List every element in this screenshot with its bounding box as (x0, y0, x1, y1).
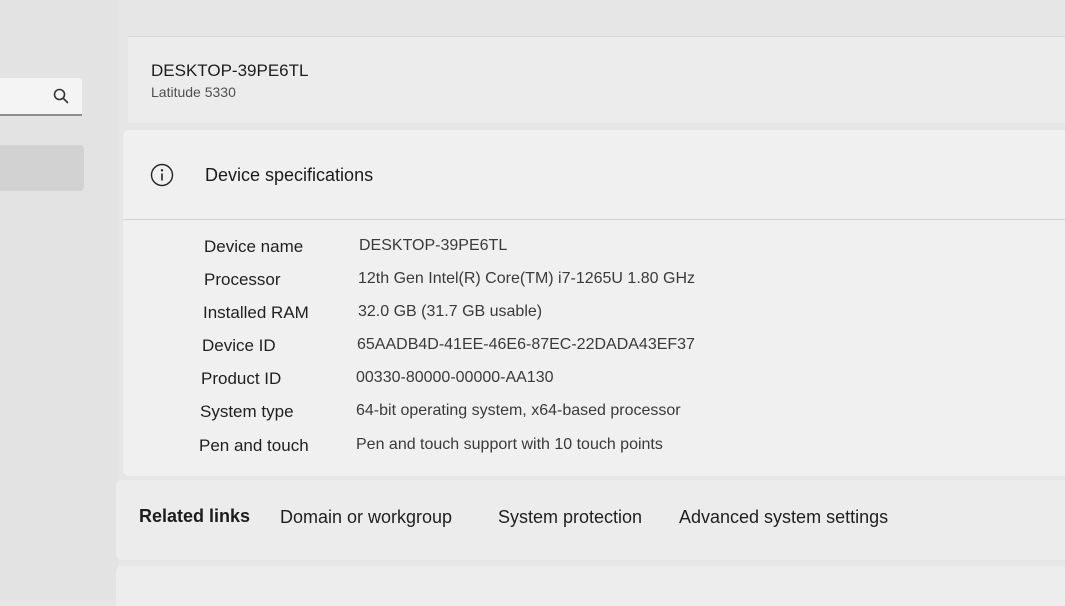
spec-row-device-name: Device name DESKTOP-39PE6TL (204, 237, 1044, 263)
next-section-card (116, 566, 1065, 606)
spec-value: DESKTOP-39PE6TL (359, 237, 508, 254)
spec-row-installed-ram: Installed RAM 32.0 GB (31.7 GB usable) (203, 303, 1043, 329)
spec-label: Installed RAM (203, 303, 309, 322)
spec-label: Product ID (201, 369, 282, 388)
spec-value: 32.0 GB (31.7 GB usable) (358, 303, 543, 320)
spec-label: Pen and touch (199, 436, 309, 455)
spec-label: System type (200, 402, 294, 421)
advanced-system-settings-link[interactable]: Advanced system settings (679, 507, 888, 528)
spec-row-product-id: Product ID 00330-80000-00000-AA130 (201, 369, 1041, 395)
spec-value: 64-bit operating system, x64-based proce… (356, 402, 681, 419)
spec-value: 00330-80000-00000-AA130 (356, 369, 554, 386)
related-links-label: Related links (139, 506, 251, 526)
spec-row-device-id: Device ID 65AADB4D-41EE-46E6-87EC-22DADA… (202, 336, 1042, 362)
spec-row-system-type: System type 64-bit operating system, x64… (200, 402, 1040, 428)
spec-label: Device ID (202, 336, 276, 355)
spec-value: 65AADB4D-41EE-46E6-87EC-22DADA43EF37 (357, 336, 695, 353)
spec-row-processor: Processor 12th Gen Intel(R) Core(TM) i7-… (204, 270, 1044, 296)
device-model: Latitude 5330 (151, 84, 236, 100)
specs-title: Device specifications (205, 165, 374, 185)
domain-or-workgroup-link[interactable]: Domain or workgroup (280, 507, 452, 528)
device-name-heading: DESKTOP-39PE6TL (151, 61, 309, 80)
spec-label: Device name (204, 237, 304, 256)
system-protection-link[interactable]: System protection (498, 507, 642, 528)
spec-row-pen-and-touch: Pen and touch Pen and touch support with… (199, 436, 1039, 462)
spec-value: 12th Gen Intel(R) Core(TM) i7-1265U 1.80… (358, 270, 696, 287)
sidebar-item-selected[interactable] (0, 145, 84, 191)
spec-label: Processor (204, 270, 281, 289)
spec-value: Pen and touch support with 10 touch poin… (356, 436, 663, 453)
info-icon (150, 163, 174, 187)
search-icon[interactable] (52, 87, 70, 105)
